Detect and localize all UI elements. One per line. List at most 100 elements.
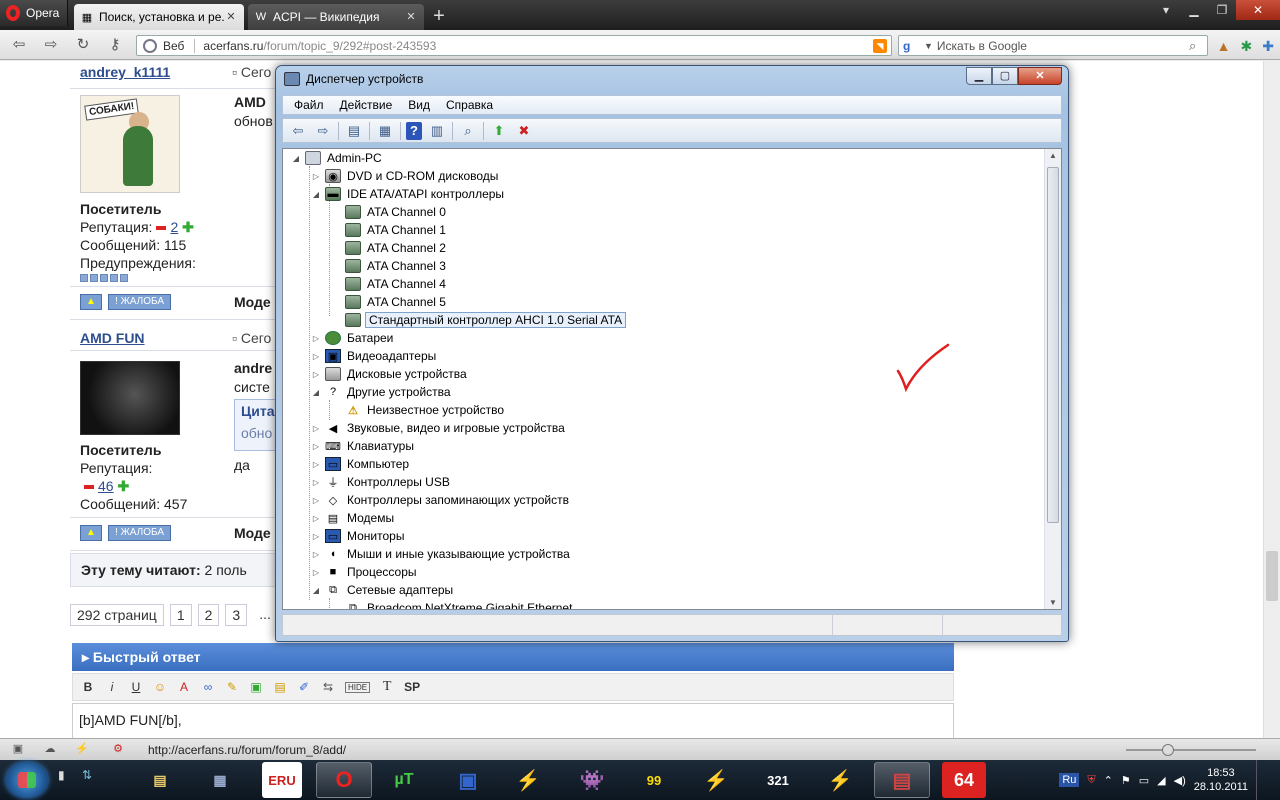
tree-node[interactable]: ▷ Дисковые устройства [311,365,469,383]
bold-button[interactable]: B [81,680,95,694]
minimize-button[interactable]: ▁ [1180,0,1208,20]
expand-icon[interactable]: ▷ [311,532,321,541]
tree-node[interactable]: ⧉ Broadcom NetXtreme Gigabit Ethernet [331,599,574,609]
key-icon[interactable]: ✎ [225,680,239,694]
remote-desktop-taskbar-icon[interactable]: ▦ [192,762,248,798]
tab-list-icon[interactable]: ▾ [1152,0,1180,20]
folder-icon[interactable]: ▤ [273,680,287,694]
post-author-link[interactable]: andrey_k1111 [80,64,170,80]
swap-icon[interactable]: ⇆ [321,680,335,694]
start-button[interactable] [6,762,48,798]
reload-button[interactable]: ↻ [72,35,94,55]
aida64-taskbar-icon[interactable]: 64 [942,762,986,798]
back-arrow-icon[interactable]: ⇦ [288,122,308,140]
rss-feed-icon[interactable]: ◥ [873,38,887,53]
tree-node[interactable]: ATA Channel 3 [331,257,448,275]
spoiler-button[interactable]: SP [404,680,420,694]
collapse-icon[interactable]: ◢ [311,388,321,397]
scroll-top-button[interactable]: ▲ [80,294,102,310]
language-indicator[interactable]: Ru [1059,773,1080,787]
minimize-button[interactable]: ▁ [966,67,992,85]
expand-icon[interactable]: ▷ [311,514,321,523]
back-button[interactable]: ⇦ [8,35,30,55]
page-link-1[interactable]: 1 [169,604,192,626]
scrollbar-thumb[interactable] [1047,167,1059,523]
text-size-button[interactable]: T [380,679,394,695]
tree-node[interactable]: ATA Channel 4 [331,275,448,293]
close-button[interactable]: ✕ [1018,67,1062,85]
scan-hardware-icon[interactable]: ⌕ [458,122,478,140]
unite-icon[interactable]: ⚙ [110,742,126,756]
close-window-button[interactable]: ✕ [1236,0,1280,20]
eru-taskbar-icon[interactable]: ERU [262,762,302,798]
tree-node[interactable]: ◢? Другие устройства [311,383,453,401]
tree-node[interactable]: ATA Channel 0 [331,203,448,221]
expand-icon[interactable]: ▷ [311,496,321,505]
smiley-icon[interactable]: ☺ [153,680,167,694]
page-scrollbar[interactable] [1263,61,1280,738]
tree-node[interactable]: ▷ Батареи [311,329,395,347]
tree-node[interactable]: ▷ ▣ Видеоадаптеры [311,347,438,365]
wand-key-icon[interactable]: ⚷ [104,35,126,55]
properties-icon[interactable]: ▦ [375,122,395,140]
tray-chevron-icon[interactable]: ⌃ [1104,774,1113,787]
search-icon[interactable]: ⌕ [1189,38,1207,54]
battery-tray-icon[interactable]: ▭ [1139,774,1149,787]
gear-icon[interactable]: ✱ [1241,38,1253,55]
reputation-value[interactable]: 46 [98,478,114,494]
new-tab-button[interactable]: + [430,6,448,26]
expand-icon[interactable]: ▷ [311,172,321,181]
tree-node[interactable]: ▷ ◖ Мыши и иные указывающие устройства [311,545,572,563]
show-hide-tree-icon[interactable]: ▤ [344,122,364,140]
restore-button[interactable]: ❐ [1208,0,1236,20]
zoom-slider[interactable] [1126,749,1256,751]
collapse-icon[interactable]: ◢ [291,154,301,163]
panel-toggle-icon[interactable]: ▣ [10,742,26,756]
tree-node[interactable]: ▷ ◉ DVD и CD-ROM дисководы [311,167,500,185]
underline-button[interactable]: U [129,680,143,694]
page-link-2[interactable]: 2 [197,604,220,626]
google-icon[interactable]: g [903,39,921,53]
tree-node[interactable]: ▷ ◀ Звуковые, видео и игровые устройства [311,419,567,437]
scroll-down-icon[interactable]: ▼ [1049,598,1057,607]
tree-node[interactable]: ATA Channel 2 [331,239,448,257]
game-taskbar-icon[interactable]: 👾 [564,762,620,798]
post-author-link[interactable]: AMD FUN [80,330,145,346]
address-field[interactable]: Веб acerfans.ru/forum/topic_9/292#post-2… [136,35,892,56]
close-tab-icon[interactable]: ✕ [404,10,418,24]
expand-icon[interactable]: ▷ [311,460,321,469]
tree-node[interactable]: Стандартный контроллер AHCI 1.0 Serial A… [331,311,627,329]
download-master-taskbar-icon[interactable]: ⚡ [688,762,744,798]
expand-icon[interactable]: ▷ [311,550,321,559]
tree-node[interactable]: ATA Channel 5 [331,293,448,311]
search-input[interactable]: Искать в Google [937,39,1189,53]
tree-node[interactable]: ▷ ▭ Мониторы [311,527,406,545]
scroll-up-icon[interactable]: ▲ [1049,151,1057,160]
text-color-icon[interactable]: A [177,680,191,694]
explorer-taskbar-icon[interactable]: ▤ [132,762,188,798]
save-taskbar-icon[interactable]: ▣ [440,762,496,798]
report-button[interactable]: ! ЖАЛОБА [108,294,172,310]
page-link-3[interactable]: 3 [225,604,248,626]
winamp-taskbar-icon[interactable]: ⚡ [812,762,868,798]
extension-icon[interactable]: ✚ [1262,38,1274,55]
forward-button[interactable]: ⇨ [40,35,62,55]
opera-menu-button[interactable]: Opera [0,0,68,26]
help-icon[interactable]: ? [406,121,422,140]
tree-node[interactable]: ▷ ■ Процессоры [311,563,419,581]
reputation-value[interactable]: 2 [170,219,178,235]
menu-view[interactable]: Вид [408,98,430,112]
opera-taskbar-icon[interactable]: O [316,762,372,798]
tree-node[interactable]: ◢ ▬ IDE ATA/ATAPI контроллеры [311,185,506,203]
tree-node[interactable]: ▷ ⏚ Контроллеры USB [311,473,452,491]
collapse-icon[interactable]: ◢ [311,190,321,199]
hide-button[interactable]: HIDE [345,681,371,693]
tree-node[interactable]: ◢ ⧉ Сетевые адаптеры [311,581,455,599]
menu-help[interactable]: Справка [446,98,493,112]
zoom-slider-knob[interactable] [1162,744,1174,756]
media-player-classic-taskbar-icon[interactable]: 321 [750,762,806,798]
antivirus-icon[interactable]: ⛨ [1087,774,1095,787]
expand-icon[interactable]: ▷ [311,568,321,577]
tree-scrollbar[interactable]: ▲ ▼ [1044,149,1061,609]
rep-minus-icon[interactable] [156,226,167,231]
